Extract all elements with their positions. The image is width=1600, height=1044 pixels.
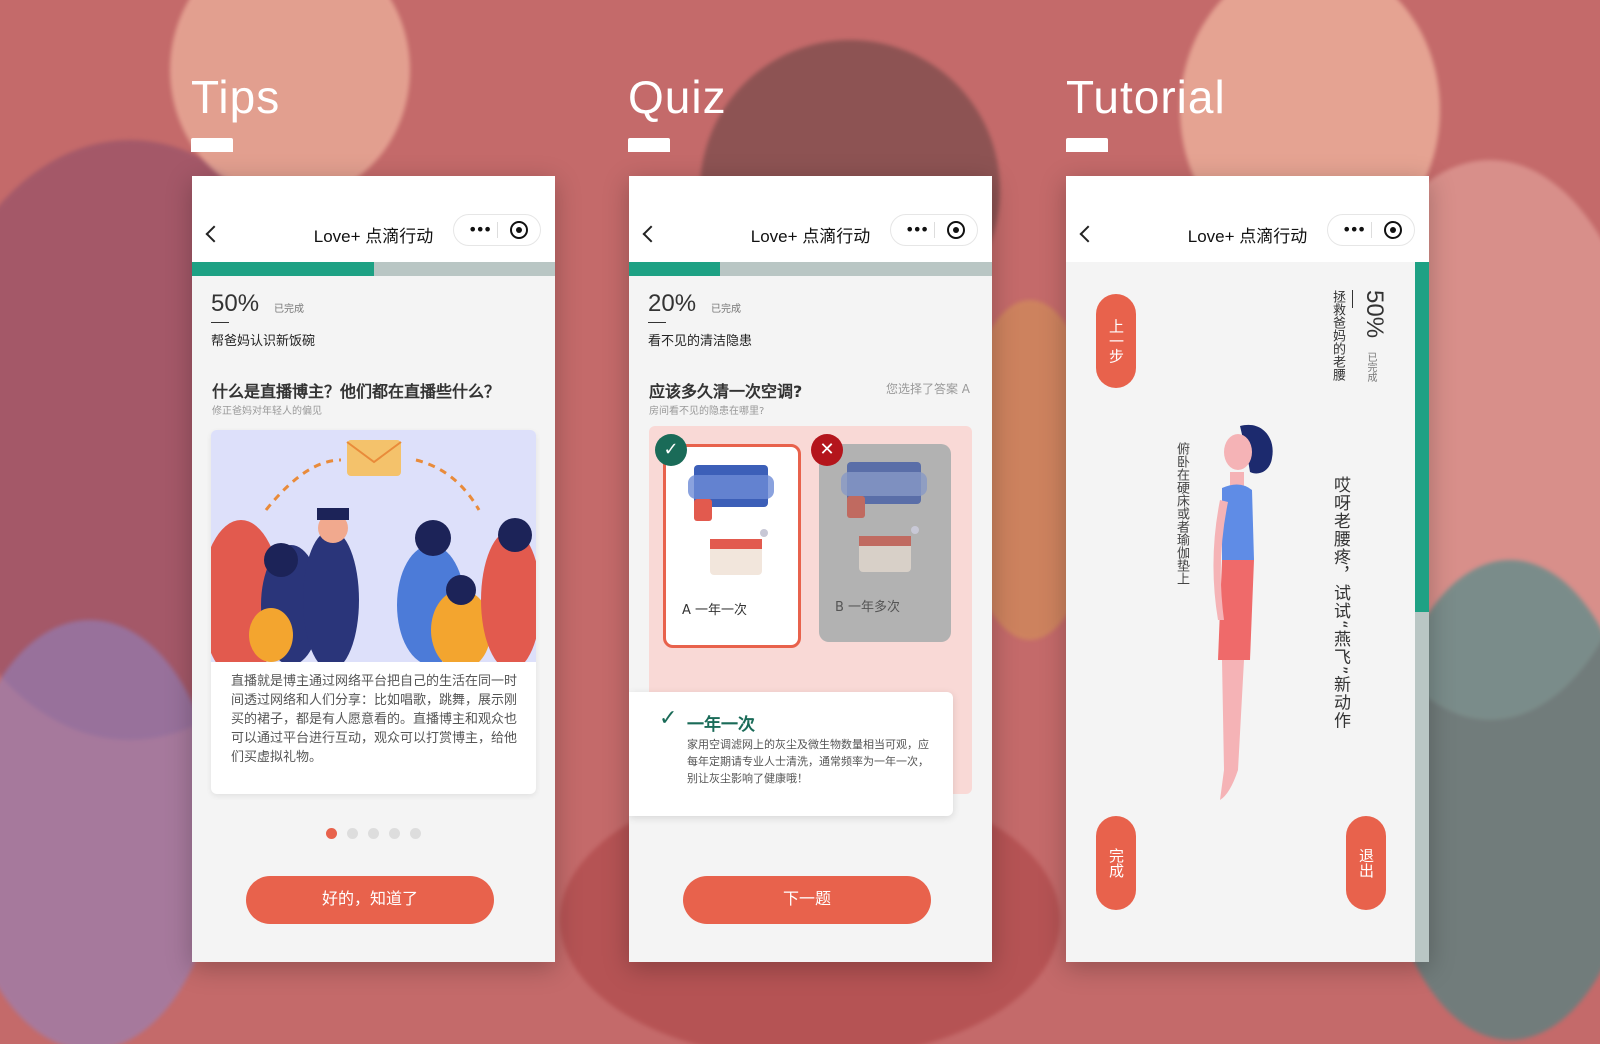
exit-button[interactable]: 退出 <box>1346 816 1386 910</box>
question-subtitle: 修正爸妈对年轻人的偏见 <box>212 406 322 417</box>
previous-step-label: 上一步 <box>1107 318 1125 364</box>
done-button[interactable]: 完成 <box>1096 816 1136 910</box>
capsule-divider <box>1371 222 1372 238</box>
more-dots-icon[interactable]: ••• <box>905 220 929 239</box>
mini-program-capsule: ••• <box>453 214 541 246</box>
option-b-label: B 一年多次 <box>835 600 901 615</box>
progress-percent: 20% <box>648 290 697 317</box>
pager-dot[interactable] <box>347 828 358 839</box>
progress-bar <box>629 262 992 276</box>
next-question-button[interactable]: 下一题 <box>683 876 931 924</box>
divider <box>648 322 666 323</box>
progress-bar <box>192 262 555 276</box>
mini-program-capsule: ••• <box>1327 214 1415 246</box>
answer-title: 一年一次 <box>687 715 755 735</box>
correct-check-icon: ✓ <box>655 434 687 466</box>
pager-dot[interactable] <box>389 828 400 839</box>
progress-done-label: 已完成 <box>1365 352 1376 382</box>
option-b-card[interactable]: B 一年多次 <box>819 444 951 642</box>
answer-explanation: ✓ 一年一次 家用空调滤网上的灰尘及微生物数量相当可观，应每年定期请专业人士清洗… <box>629 692 953 816</box>
got-it-button[interactable]: 好的，知道了 <box>246 876 494 924</box>
aircon-calendar-icon <box>841 462 927 572</box>
phone-tutorial: Love+ 点滴行动 ••• 上一步 50% 已完成 拯救爸妈的老腰 哎呀老腰疼… <box>1066 176 1429 962</box>
progress-done-label: 已完成 <box>711 304 741 315</box>
carousel-pager <box>192 824 555 843</box>
option-a-label: A 一年一次 <box>682 603 748 618</box>
chosen-answer-label: 您选择了答案 A <box>885 382 970 396</box>
section-title-underline <box>191 138 233 152</box>
aircon-calendar-icon <box>688 465 774 575</box>
more-dots-icon[interactable]: ••• <box>468 220 492 239</box>
exit-label: 退出 <box>1357 848 1375 878</box>
pager-dot[interactable] <box>368 828 379 839</box>
more-dots-icon[interactable]: ••• <box>1342 220 1366 239</box>
option-a-card[interactable]: A 一年一次 <box>663 444 801 648</box>
target-close-icon[interactable] <box>947 221 965 239</box>
livestream-illustration <box>211 430 536 680</box>
check-icon: ✓ <box>659 706 678 731</box>
target-close-icon[interactable] <box>510 221 528 239</box>
exercise-figure-illustration <box>1213 424 1273 800</box>
capsule-divider <box>934 222 935 238</box>
progress-fill <box>192 262 374 276</box>
capsule-divider <box>497 222 498 238</box>
question-title: 什么是直播博主？他们都在直播些什么？ <box>212 382 501 401</box>
section-title-underline <box>628 138 670 152</box>
answer-text: 家用空调滤网上的灰尘及微生物数量相当可观，应每年定期请专业人士清洗，通常频率为一… <box>687 738 929 785</box>
navbar: Love+ 点滴行动 ••• <box>629 176 992 262</box>
navbar: Love+ 点滴行动 ••• <box>192 176 555 262</box>
tip-body-text: 直播就是博主通过网络平台把自己的生活在同一时间透过网络和人们分享：比如唱歌，跳舞… <box>231 674 518 765</box>
phone-tips: Love+ 点滴行动 ••• 50% 已完成 帮爸妈认识新饭碗 什么是直播博主？… <box>192 176 555 962</box>
done-label: 完成 <box>1107 848 1125 878</box>
divider <box>211 322 229 323</box>
section-title-quiz: Quiz <box>628 71 727 123</box>
level-name: 看不见的清洁隐患 <box>648 334 753 349</box>
progress-fill <box>629 262 720 276</box>
previous-step-button[interactable]: 上一步 <box>1096 294 1136 388</box>
progress-fill <box>1415 262 1429 612</box>
navbar: Love+ 点滴行动 ••• <box>1066 176 1429 262</box>
tip-card: 直播就是博主通过网络平台把自己的生活在同一时间透过网络和人们分享：比如唱歌，跳舞… <box>211 430 536 794</box>
pager-dot[interactable] <box>410 828 421 839</box>
progress-bar <box>1415 262 1429 962</box>
divider <box>1352 290 1353 308</box>
wrong-cross-icon: ✕ <box>811 434 843 466</box>
section-title-underline <box>1066 138 1108 152</box>
instruction-main: 哎呀老腰疼，试试“燕飞”新动作 <box>1330 476 1350 730</box>
level-name: 帮爸妈认识新饭碗 <box>211 334 316 349</box>
instruction-sub: 俯卧在硬床或者瑜伽垫上 <box>1174 442 1189 585</box>
pager-dot[interactable] <box>326 828 337 839</box>
progress-done-label: 已完成 <box>274 304 304 315</box>
target-close-icon[interactable] <box>1384 221 1402 239</box>
level-name: 拯救爸妈的老腰 <box>1330 290 1345 381</box>
mini-program-capsule: ••• <box>890 214 978 246</box>
phone-quiz: Love+ 点滴行动 ••• 20% 已完成 看不见的清洁隐患 应该多久清一次空… <box>629 176 992 962</box>
progress-percent: 50% <box>211 290 260 317</box>
question-subtitle: 房间看不见的隐患在哪里? <box>649 406 765 417</box>
question-title: 应该多久清一次空调? <box>649 382 803 401</box>
progress-percent: 50% <box>1361 290 1388 339</box>
section-title-tips: Tips <box>191 71 281 123</box>
section-title-tutorial: Tutorial <box>1066 71 1226 123</box>
